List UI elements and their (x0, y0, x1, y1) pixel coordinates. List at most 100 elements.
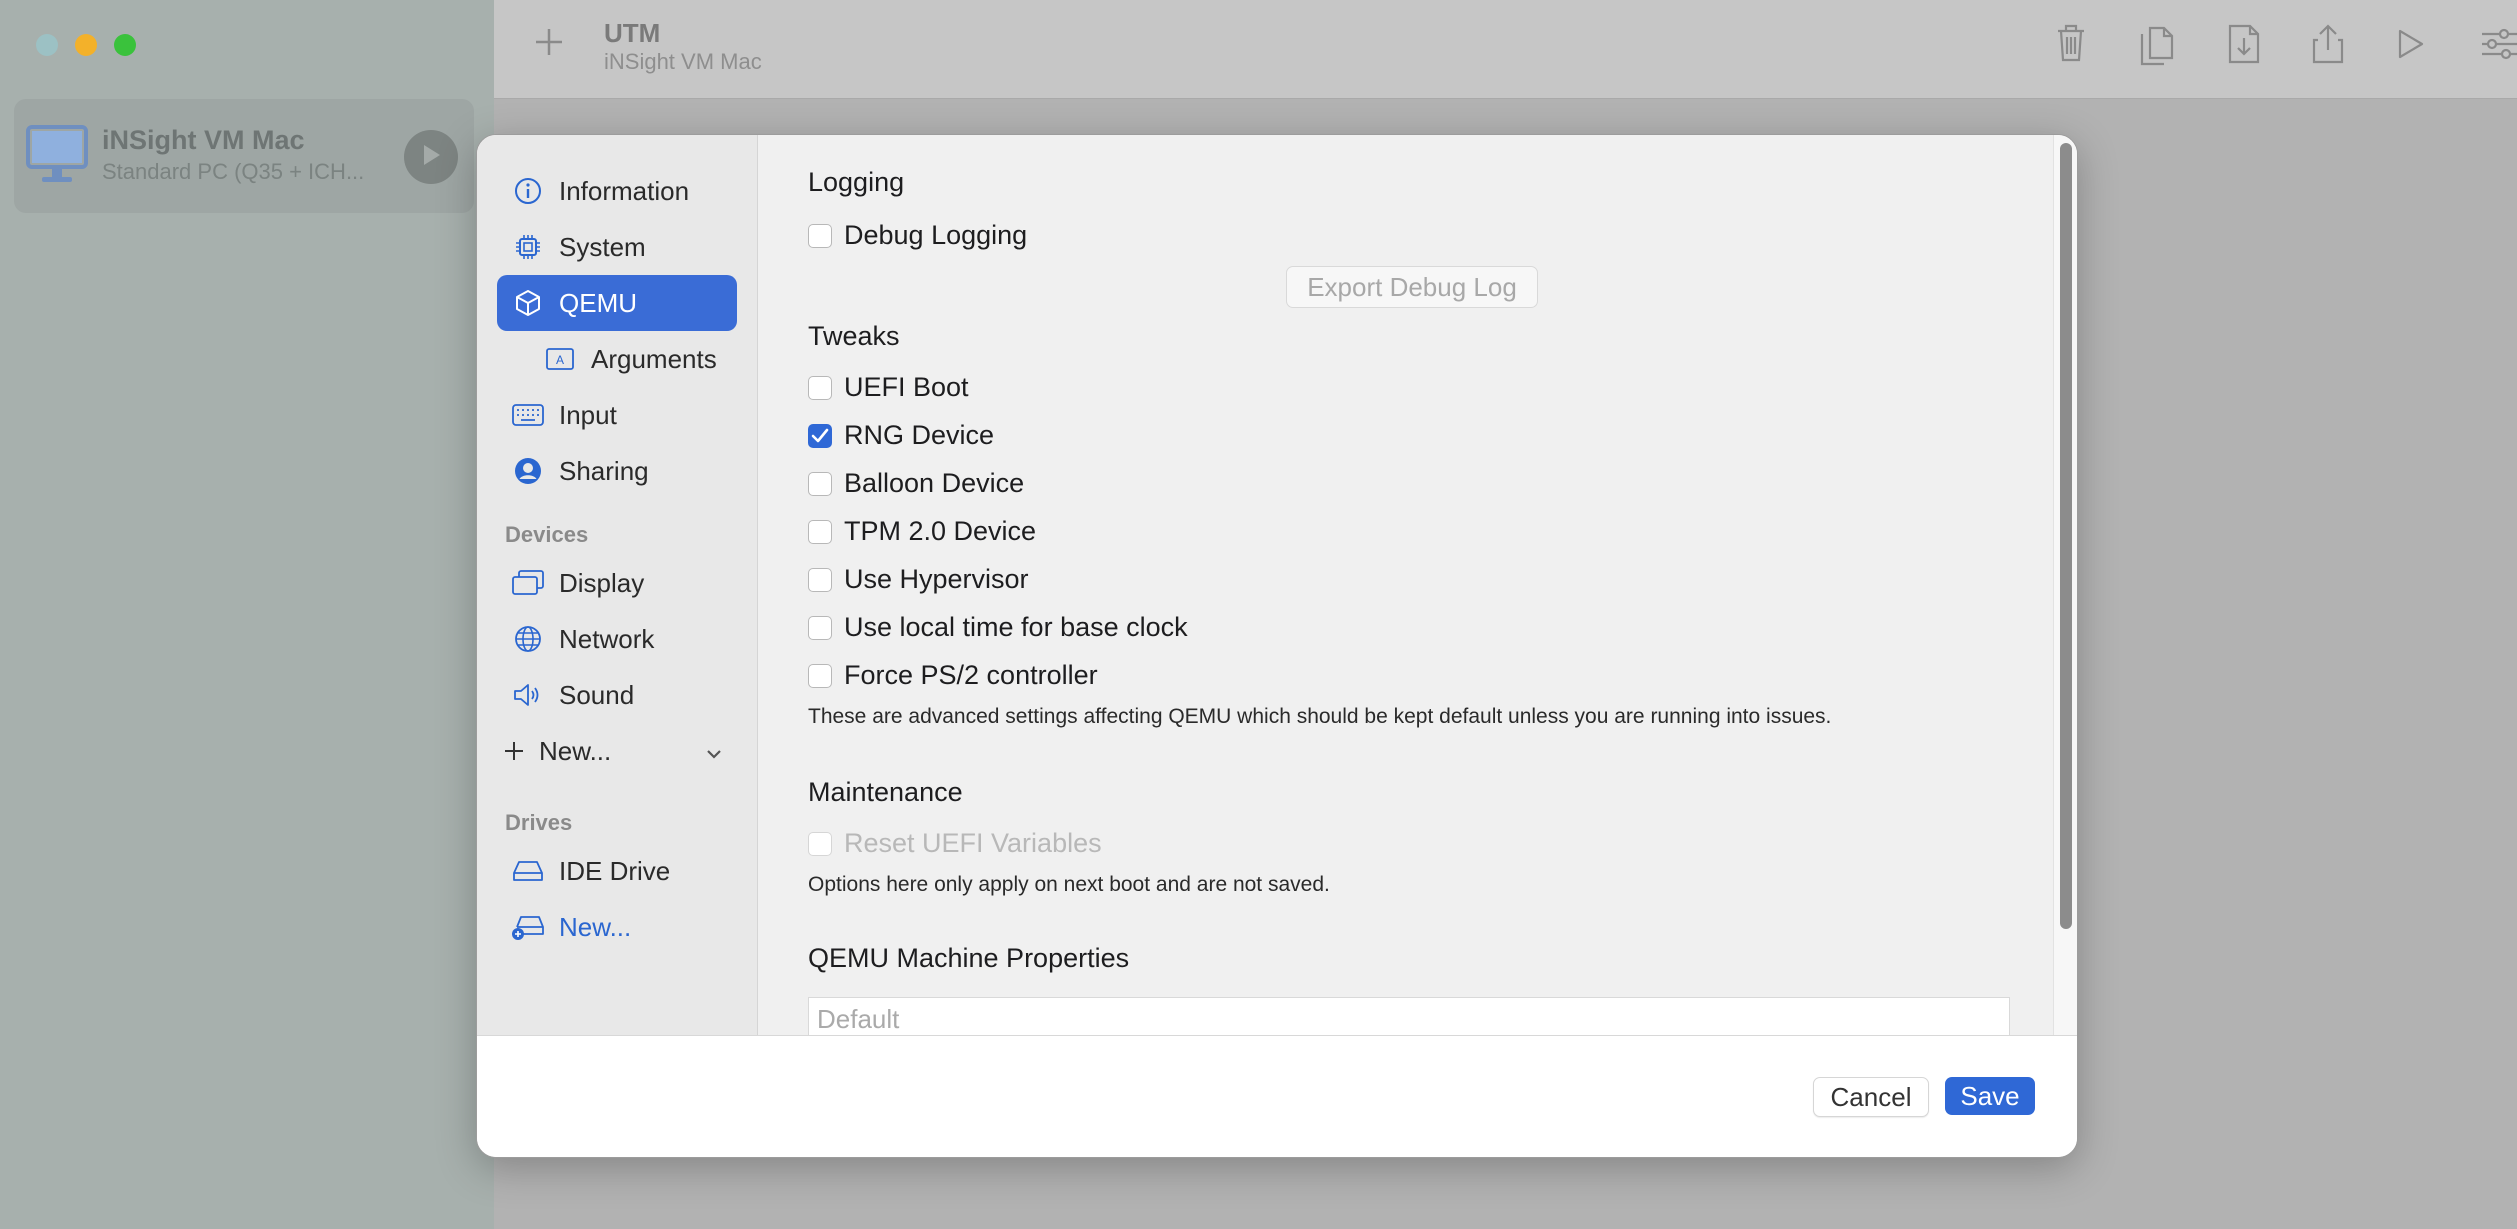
cancel-button[interactable]: Cancel (1813, 1077, 1929, 1117)
monitor-icon (26, 125, 88, 190)
sidebar-item-label: Information (559, 175, 690, 206)
svg-text:A: A (556, 353, 564, 367)
cube-icon (511, 289, 545, 317)
speaker-icon (511, 682, 545, 708)
tweaks-note: These are advanced settings affecting QE… (808, 705, 1832, 728)
sidebar-item-label: Arguments (591, 343, 717, 374)
force-ps2-checkbox[interactable]: Force PS/2 controller (808, 660, 1098, 691)
scrollbar-thumb[interactable] (2060, 143, 2072, 929)
checkbox-label: RNG Device (844, 420, 995, 450)
vm-settings-dialog: Information System QEMU A Arguments Inpu… (476, 134, 2078, 1158)
sidebar-item-ide-drive[interactable]: IDE Drive (497, 843, 737, 899)
sidebar-item-label: Display (559, 567, 645, 598)
sidebar-item-label: System (559, 231, 646, 262)
sidebar-item-information[interactable]: Information (497, 163, 737, 219)
debug-logging-checkbox[interactable]: Debug Logging (808, 220, 1027, 251)
window-maximize-button[interactable] (114, 34, 136, 56)
sidebar-item-arguments[interactable]: A Arguments (497, 331, 737, 387)
save-button[interactable]: Save (1945, 1077, 2035, 1115)
sidebar-item-label: New... (559, 911, 632, 942)
play-icon[interactable] (2396, 28, 2426, 65)
person-circle-icon (511, 457, 545, 485)
checkbox-box[interactable] (808, 567, 832, 592)
plus-icon[interactable] (534, 27, 564, 62)
checkbox-label: Use local time for base clock (844, 612, 1188, 642)
share-icon[interactable] (2310, 22, 2346, 71)
globe-icon (511, 625, 545, 653)
content-scrollbar[interactable] (2053, 135, 2077, 1035)
sidebar-item-new-device[interactable]: New... (497, 723, 737, 779)
maintenance-note: Options here only apply on next boot and… (808, 873, 1330, 896)
checkbox-label: Balloon Device (844, 468, 1025, 498)
vm-name: iNSight VM Mac (102, 125, 305, 155)
window-minimize-button[interactable] (75, 34, 97, 56)
checkbox-box[interactable] (808, 519, 832, 544)
info-circle-icon (511, 177, 545, 205)
sidebar-item-system[interactable]: System (497, 219, 737, 275)
checkbox-label: Use Hypervisor (844, 564, 1029, 594)
checkbox-label: TPM 2.0 Device (844, 516, 1037, 546)
toolbar: UTM iNSight VM Mac (494, 0, 2517, 99)
vm-description: Standard PC (Q35 + ICH... (102, 159, 365, 184)
display-windows-icon (511, 570, 545, 596)
window-close-button[interactable] (36, 34, 58, 56)
uefi-boot-checkbox[interactable]: UEFI Boot (808, 372, 969, 403)
rng-device-checkbox[interactable]: RNG Device (808, 420, 994, 451)
tpm-device-checkbox[interactable]: TPM 2.0 Device (808, 516, 1036, 547)
balloon-device-checkbox[interactable]: Balloon Device (808, 468, 1024, 499)
sidebar-item-sharing[interactable]: Sharing (497, 443, 737, 499)
clone-icon[interactable] (2138, 22, 2178, 71)
settings-sidebar: Information System QEMU A Arguments Inpu… (477, 135, 758, 1035)
vm-list-item[interactable]: iNSight VM Mac Standard PC (Q35 + ICH... (14, 99, 474, 213)
sidebar-item-label: QEMU (559, 287, 637, 318)
text-box-icon: A (543, 347, 577, 371)
tweaks-heading: Tweaks (808, 321, 900, 351)
vm-list-pane: iNSight VM Mac Standard PC (Q35 + ICH... (0, 0, 494, 1229)
checkmark-icon[interactable] (808, 423, 832, 448)
local-time-checkbox[interactable]: Use local time for base clock (808, 612, 1188, 643)
trash-icon[interactable] (2054, 22, 2088, 69)
plus-icon (499, 740, 529, 762)
drive-icon (511, 859, 545, 883)
download-icon[interactable] (2226, 22, 2262, 71)
checkbox-label: Debug Logging (844, 220, 1028, 250)
sidebar-item-label: IDE Drive (559, 855, 671, 886)
app-subtitle: iNSight VM Mac (604, 49, 762, 74)
sidebar-item-display[interactable]: Display (497, 555, 737, 611)
checkbox-box (808, 831, 832, 856)
sidebar-item-label: Sharing (559, 455, 649, 486)
sidebar-item-network[interactable]: Network (497, 611, 737, 667)
checkbox-box[interactable] (808, 471, 832, 496)
checkbox-box[interactable] (808, 663, 832, 688)
sidebar-item-qemu[interactable]: QEMU (497, 275, 737, 331)
sidebar-item-new-drive[interactable]: New... (497, 899, 737, 955)
play-icon (420, 143, 442, 172)
export-debug-log-button[interactable]: Export Debug Log (1286, 266, 1538, 308)
sidebar-item-label: Network (559, 623, 655, 654)
reset-uefi-checkbox: Reset UEFI Variables (808, 828, 1102, 859)
checkbox-label: UEFI Boot (844, 372, 969, 402)
chevron-down-icon[interactable] (705, 736, 723, 767)
use-hypervisor-checkbox[interactable]: Use Hypervisor (808, 564, 1029, 595)
checkbox-box[interactable] (808, 375, 832, 400)
checkbox-box[interactable] (808, 615, 832, 640)
checkbox-box[interactable] (808, 223, 832, 248)
machine-properties-heading: QEMU Machine Properties (808, 943, 1130, 973)
settings-sliders-icon[interactable] (2480, 28, 2517, 65)
app-title: UTM (604, 18, 661, 48)
sidebar-item-label: New... (539, 735, 612, 766)
sidebar-item-sound[interactable]: Sound (497, 667, 737, 723)
vm-play-button[interactable] (404, 130, 458, 184)
cpu-chip-icon (511, 233, 545, 261)
dialog-footer: Cancel Save (477, 1035, 2077, 1157)
drive-add-icon (511, 913, 545, 941)
qemu-settings-content: Logging Debug Logging Export Debug Log T… (758, 135, 2053, 1047)
devices-section-label: Devices (505, 522, 589, 547)
checkbox-label: Force PS/2 controller (844, 660, 1098, 690)
drives-section-label: Drives (505, 810, 573, 835)
maintenance-heading: Maintenance (808, 777, 963, 807)
logging-heading: Logging (808, 167, 905, 197)
sidebar-item-input[interactable]: Input (497, 387, 737, 443)
sidebar-item-label: Input (559, 399, 617, 430)
sidebar-item-label: Sound (559, 679, 635, 710)
